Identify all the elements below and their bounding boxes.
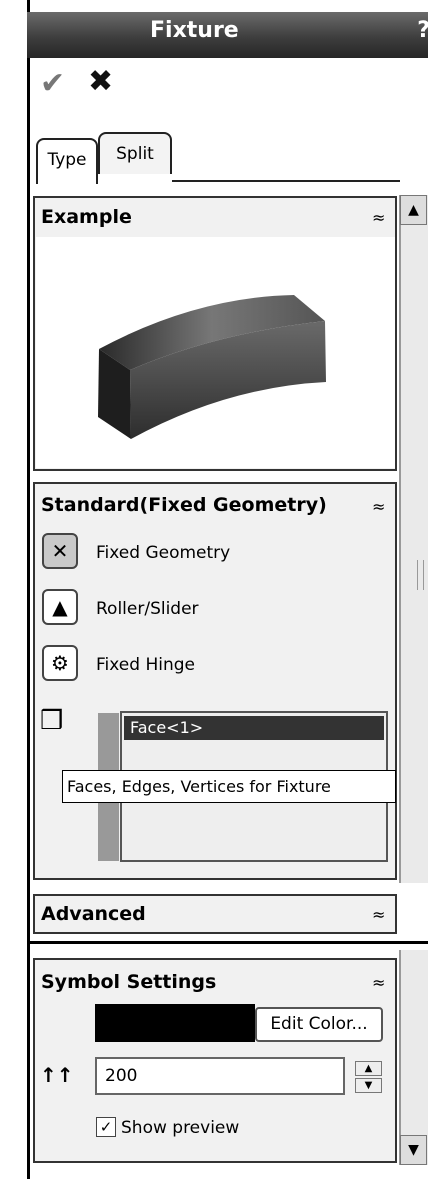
spin-down-button[interactable]: ▼: [355, 1078, 382, 1093]
collapse-example-icon[interactable]: ≈: [372, 208, 385, 227]
scroll-grip[interactable]: [417, 560, 424, 590]
cancel-icon[interactable]: ✖: [88, 64, 113, 99]
panel-left-border: [27, 0, 30, 1179]
tab-split[interactable]: Split: [98, 132, 172, 174]
standard-title: Standard(Fixed Geometry): [41, 494, 327, 516]
scroll-up-arrow[interactable]: ▲: [400, 195, 427, 225]
scroll-down-arrow[interactable]: ▼: [400, 1135, 427, 1165]
fixed-geometry-icon[interactable]: ✕: [42, 533, 78, 569]
tooltip: Faces, Edges, Vertices for Fixture: [62, 770, 396, 803]
divider: [27, 941, 428, 944]
option-fixed-hinge[interactable]: Fixed Hinge: [96, 655, 195, 675]
list-item[interactable]: Face<1>: [124, 716, 384, 740]
option-fixed-geometry[interactable]: Fixed Geometry: [96, 543, 230, 563]
option-roller-slider[interactable]: Roller/Slider: [96, 599, 199, 619]
show-preview-checkbox[interactable]: ✓: [96, 1117, 116, 1137]
curved-block-icon: [98, 295, 326, 439]
cube-selection-icon: ❒: [40, 706, 64, 736]
advanced-title[interactable]: Advanced: [41, 903, 146, 925]
tab-type[interactable]: Type: [36, 138, 98, 184]
help-button[interactable]: ?: [417, 18, 428, 43]
edit-color-button[interactable]: Edit Color...: [255, 1007, 383, 1042]
collapse-standard-icon[interactable]: ≈: [372, 497, 385, 516]
color-swatch[interactable]: [95, 1004, 255, 1042]
scrollbar[interactable]: [399, 195, 428, 883]
roller-slider-icon[interactable]: ▲: [42, 589, 78, 625]
fixed-hinge-icon[interactable]: ⚙: [42, 645, 78, 681]
expand-advanced-icon[interactable]: ≈: [372, 905, 385, 924]
symbol-settings-title: Symbol Settings: [41, 971, 217, 993]
scrollbar-lower[interactable]: [399, 950, 428, 1165]
tab-strip-line: [172, 180, 400, 182]
spin-up-button[interactable]: ▲: [355, 1061, 382, 1076]
show-preview-label[interactable]: Show preview: [121, 1118, 239, 1138]
example-title: Example: [41, 206, 132, 228]
symbol-size-icon: ↑↑: [40, 1063, 74, 1087]
symbol-size-input[interactable]: 200: [95, 1057, 345, 1095]
page-title: Fixture: [150, 18, 239, 43]
ok-icon[interactable]: ✔: [40, 66, 65, 101]
example-preview: [36, 237, 395, 468]
collapse-symbol-icon[interactable]: ≈: [372, 973, 385, 992]
